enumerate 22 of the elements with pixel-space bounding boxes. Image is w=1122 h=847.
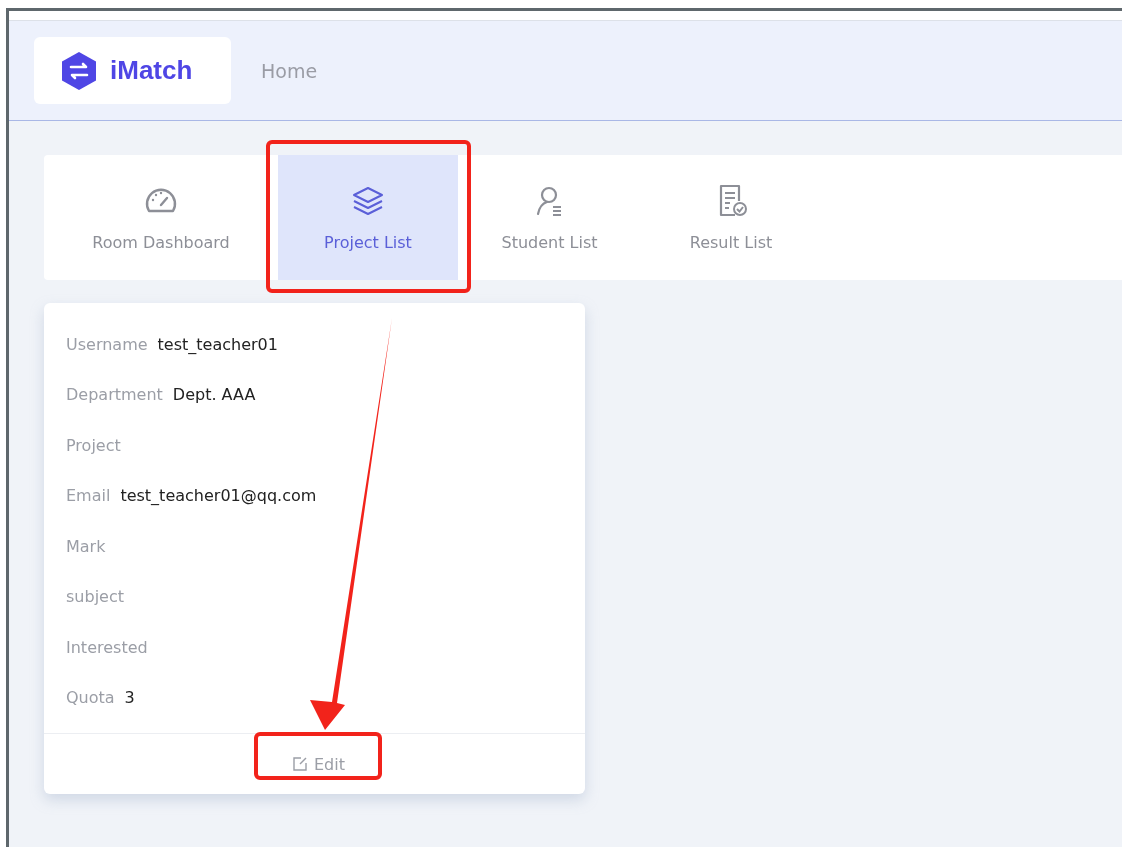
field-label: Mark xyxy=(66,536,106,556)
field-label: Email xyxy=(66,486,111,506)
field-label: Quota xyxy=(66,688,115,708)
field-label: Department xyxy=(66,385,163,405)
edit-button[interactable]: Edit xyxy=(286,753,351,775)
logo-text: iMatch xyxy=(110,55,193,86)
field-value: test_teacher01@qq.com xyxy=(120,486,317,506)
field-value: Dept. AAA xyxy=(172,385,256,405)
field-value: 3 xyxy=(124,688,135,708)
nav-tab[interactable]: Room Dashboard xyxy=(44,155,278,280)
nav-tab[interactable]: Project List xyxy=(278,155,458,280)
field-label: Project xyxy=(66,435,121,455)
home-link[interactable]: Home xyxy=(261,59,318,82)
field-label: subject xyxy=(66,587,124,607)
field-label: Interested xyxy=(66,637,148,657)
nav-tab[interactable]: Student List xyxy=(458,155,641,280)
field-label: Username xyxy=(66,334,148,354)
logo-icon xyxy=(60,50,98,91)
edit-icon xyxy=(292,756,308,772)
field-value: test_teacher01 xyxy=(157,334,278,354)
nav-tab[interactable]: Result List xyxy=(641,155,821,280)
logo-card[interactable]: iMatch xyxy=(34,37,231,104)
